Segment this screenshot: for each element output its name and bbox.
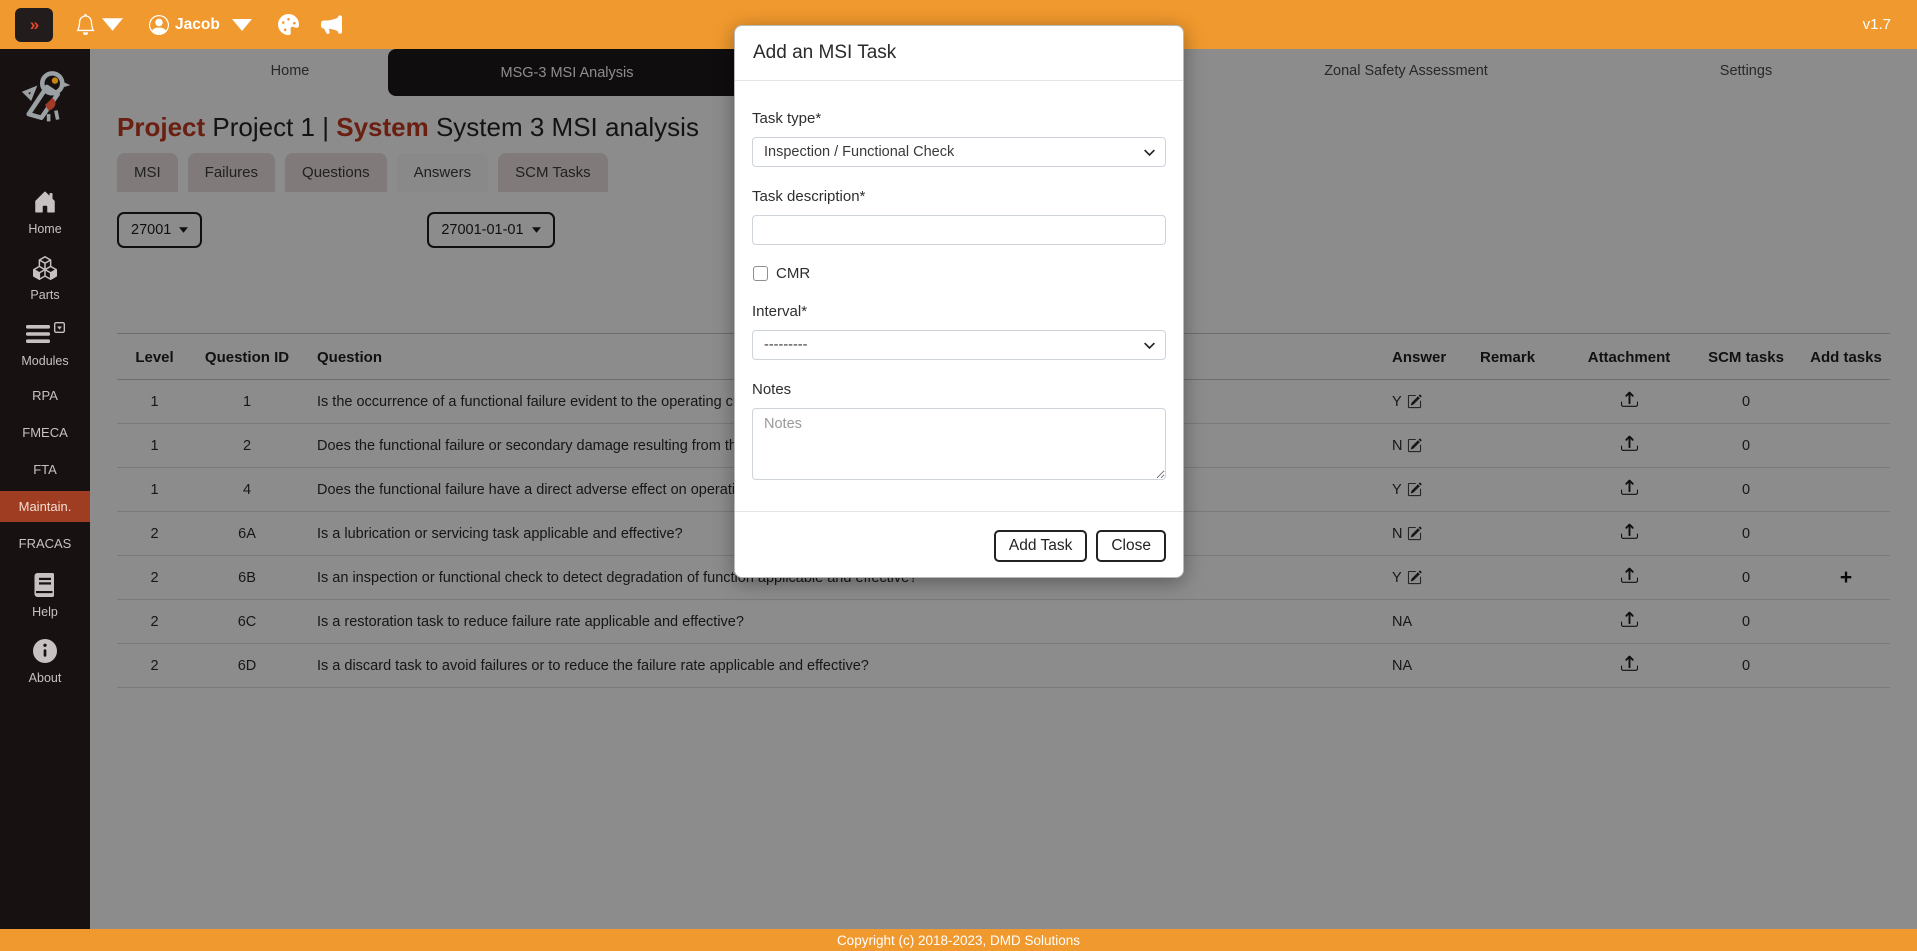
user-name: Jacob <box>175 16 220 34</box>
sidebar-item-label: RPA <box>32 388 58 403</box>
sidebar-item-fmeca[interactable]: FMECA <box>0 417 90 448</box>
megaphone-icon[interactable] <box>321 14 342 35</box>
help-icon <box>33 573 57 600</box>
sidebar-item-label: Modules <box>21 354 68 368</box>
close-button[interactable]: Close <box>1096 530 1166 562</box>
sidebar-nav: Home Parts Modules RPA FMECA FTA Maintain. FRAC… <box>0 182 90 697</box>
sidebar-item-about[interactable]: About <box>0 631 90 693</box>
task-description-input[interactable] <box>752 215 1166 245</box>
sidebar-item-home[interactable]: Home <box>0 182 90 244</box>
user-icon <box>149 15 169 35</box>
cmr-label: CMR <box>776 265 810 282</box>
app-version: v1.7 <box>1863 16 1891 33</box>
footer: Copyright (c) 2018-2023, DMD Solutions <box>0 929 1917 951</box>
interval-label: Interval* <box>752 302 1166 322</box>
sidebar-item-label: Maintain. <box>19 499 72 514</box>
chevron-down-icon <box>1143 146 1156 159</box>
caret-down-icon <box>232 15 252 35</box>
sidebar-collapse-button[interactable]: » <box>15 8 53 42</box>
sidebar-item-fracas[interactable]: FRACAS <box>0 528 90 559</box>
cmr-checkbox[interactable] <box>753 266 768 281</box>
sidebar-item-fta[interactable]: FTA <box>0 454 90 485</box>
interval-select[interactable]: --------- <box>752 330 1166 360</box>
sidebar-item-label: Help <box>32 605 58 619</box>
sidebar-item-modules[interactable]: Modules <box>0 314 90 376</box>
bell-icon[interactable] <box>75 14 123 35</box>
sidebar: Home Parts Modules RPA FMECA FTA Maintain. FRAC… <box>0 49 90 929</box>
sidebar-item-maintain[interactable]: Maintain. <box>0 491 90 522</box>
task-type-label: Task type* <box>752 109 1166 129</box>
dropdown-box-icon <box>54 322 65 336</box>
user-menu[interactable]: Jacob <box>149 15 252 35</box>
notes-label: Notes <box>752 380 1166 400</box>
about-icon <box>33 639 57 666</box>
sidebar-item-label: FRACAS <box>19 536 72 551</box>
add-task-button[interactable]: Add Task <box>994 530 1087 562</box>
add-msi-task-modal: Add an MSI Task Task type* Inspection / … <box>734 25 1184 578</box>
sidebar-item-label: FTA <box>33 462 57 477</box>
modal-title: Add an MSI Task <box>735 26 1183 81</box>
palette-icon[interactable] <box>278 14 299 35</box>
sidebar-item-label: Parts <box>30 288 59 302</box>
task-type-select[interactable]: Inspection / Functional Check <box>752 137 1166 167</box>
sidebar-item-label: FMECA <box>22 425 68 440</box>
caret-down-icon <box>102 14 123 35</box>
home-icon <box>33 190 57 217</box>
sidebar-item-rpa[interactable]: RPA <box>0 380 90 411</box>
task-description-label: Task description* <box>752 187 1166 207</box>
sidebar-item-parts[interactable]: Parts <box>0 248 90 310</box>
bird-logo <box>16 67 74 130</box>
chevron-down-icon <box>1143 339 1156 352</box>
sidebar-item-help[interactable]: Help <box>0 565 90 627</box>
sidebar-item-label: About <box>29 671 62 685</box>
modules-icon <box>26 322 50 349</box>
copyright-text: Copyright (c) 2018-2023, DMD Solutions <box>837 933 1080 948</box>
sidebar-item-label: Home <box>28 222 61 236</box>
notes-textarea[interactable] <box>752 408 1166 480</box>
parts-icon <box>33 256 57 283</box>
